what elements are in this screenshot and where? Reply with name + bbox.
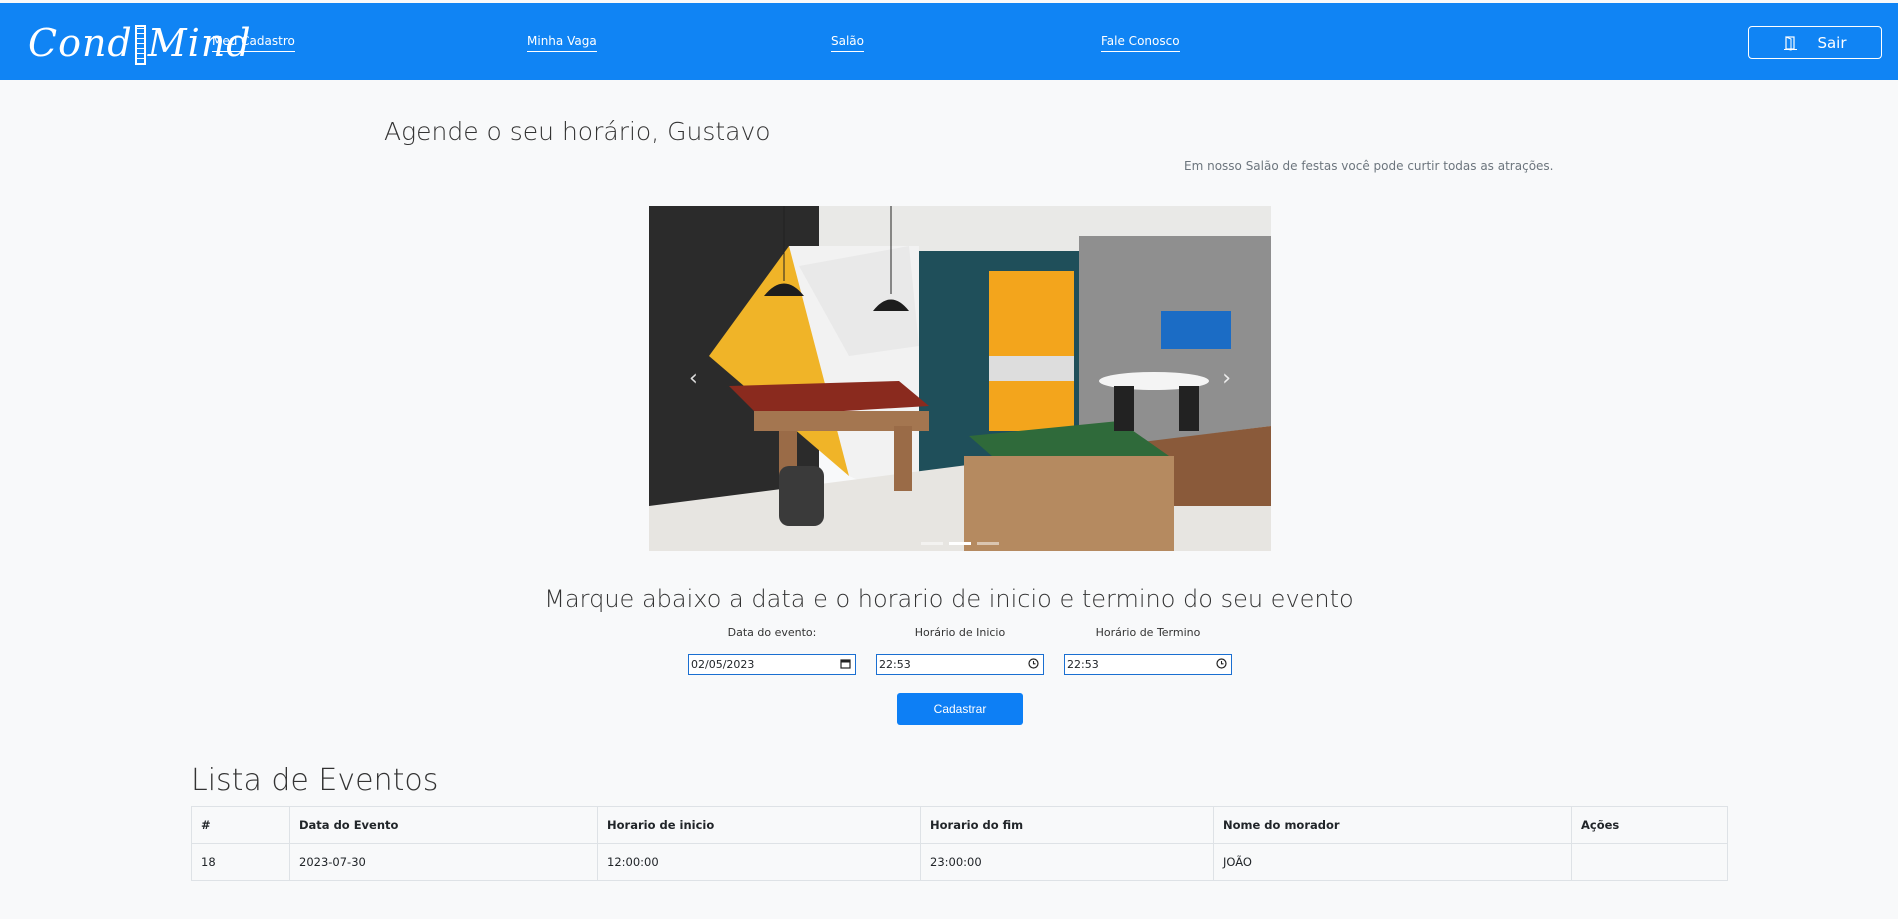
cell-date: 2023-07-30 — [289, 843, 598, 881]
navbar: Cond Mind Meu Cadastro Minha Vaga Salão … — [0, 3, 1898, 80]
event-date-label: Data do evento: — [727, 626, 817, 639]
page-greeting: Agende o seu horário, Gustavo — [384, 117, 771, 146]
clock-icon[interactable] — [1216, 657, 1227, 672]
logout-button[interactable]: Sair — [1748, 26, 1882, 59]
form-title: Marque abaixo a data e o horario de inic… — [544, 585, 1354, 613]
column-header-date: Data do Evento — [289, 806, 598, 844]
end-time-label: Horário de Termino — [1095, 626, 1201, 639]
nav-link-minha-vaga[interactable]: Minha Vaga — [527, 34, 597, 52]
column-header-id: # — [191, 806, 290, 844]
column-header-end: Horario do fim — [920, 806, 1214, 844]
door-exit-icon — [1784, 35, 1798, 51]
logo-text-cond: Cond — [28, 21, 133, 65]
cell-actions — [1571, 843, 1728, 881]
salon-photo — [649, 206, 1271, 551]
start-time-input[interactable]: 22:53 — [876, 654, 1044, 675]
cell-end: 23:00:00 — [920, 843, 1214, 881]
carousel-next-icon[interactable]: › — [1222, 366, 1231, 391]
logout-label: Sair — [1817, 33, 1847, 52]
end-time-input[interactable]: 22:53 — [1064, 654, 1232, 675]
nav-link-salao[interactable]: Salão — [831, 34, 864, 52]
column-header-resident: Nome do morador — [1213, 806, 1572, 844]
start-time-label: Horário de Inicio — [914, 626, 1006, 639]
clock-icon[interactable] — [1028, 657, 1039, 672]
cell-id: 18 — [191, 843, 290, 881]
nav-link-fale-conosco[interactable]: Fale Conosco — [1101, 34, 1180, 52]
start-time-value: 22:53 — [879, 658, 911, 671]
carousel-indicator-3[interactable] — [977, 542, 999, 545]
event-date-input[interactable]: 02/05/2023 — [688, 654, 856, 675]
events-list-title: Lista de Eventos — [191, 763, 439, 798]
carousel-prev-icon[interactable]: ‹ — [689, 366, 698, 391]
event-date-value: 02/05/2023 — [691, 658, 755, 671]
cadastrar-button[interactable]: Cadastrar — [897, 693, 1023, 725]
cell-start: 12:00:00 — [597, 843, 921, 881]
carousel-indicator-2[interactable] — [949, 542, 971, 545]
table-row: 18 2023-07-30 12:00:00 23:00:00 JOÃO — [191, 843, 1728, 881]
salon-tagline: Em nosso Salão de festas você pode curti… — [1184, 159, 1554, 173]
events-table: # Data do Evento Horario de inicio Horar… — [191, 806, 1728, 881]
nav-link-meu-cadastro[interactable]: Meu Cadastro — [212, 34, 295, 52]
table-header-row: # Data do Evento Horario de inicio Horar… — [191, 806, 1728, 844]
salon-carousel[interactable]: ‹ › — [649, 206, 1271, 551]
column-header-start: Horario de inicio — [597, 806, 921, 844]
cell-resident: JOÃO — [1213, 843, 1572, 881]
calendar-icon[interactable] — [840, 658, 851, 672]
carousel-indicators — [649, 542, 1271, 545]
column-header-actions: Ações — [1571, 806, 1728, 844]
building-icon — [134, 25, 146, 65]
end-time-value: 22:53 — [1067, 658, 1099, 671]
carousel-indicator-1[interactable] — [921, 542, 943, 545]
